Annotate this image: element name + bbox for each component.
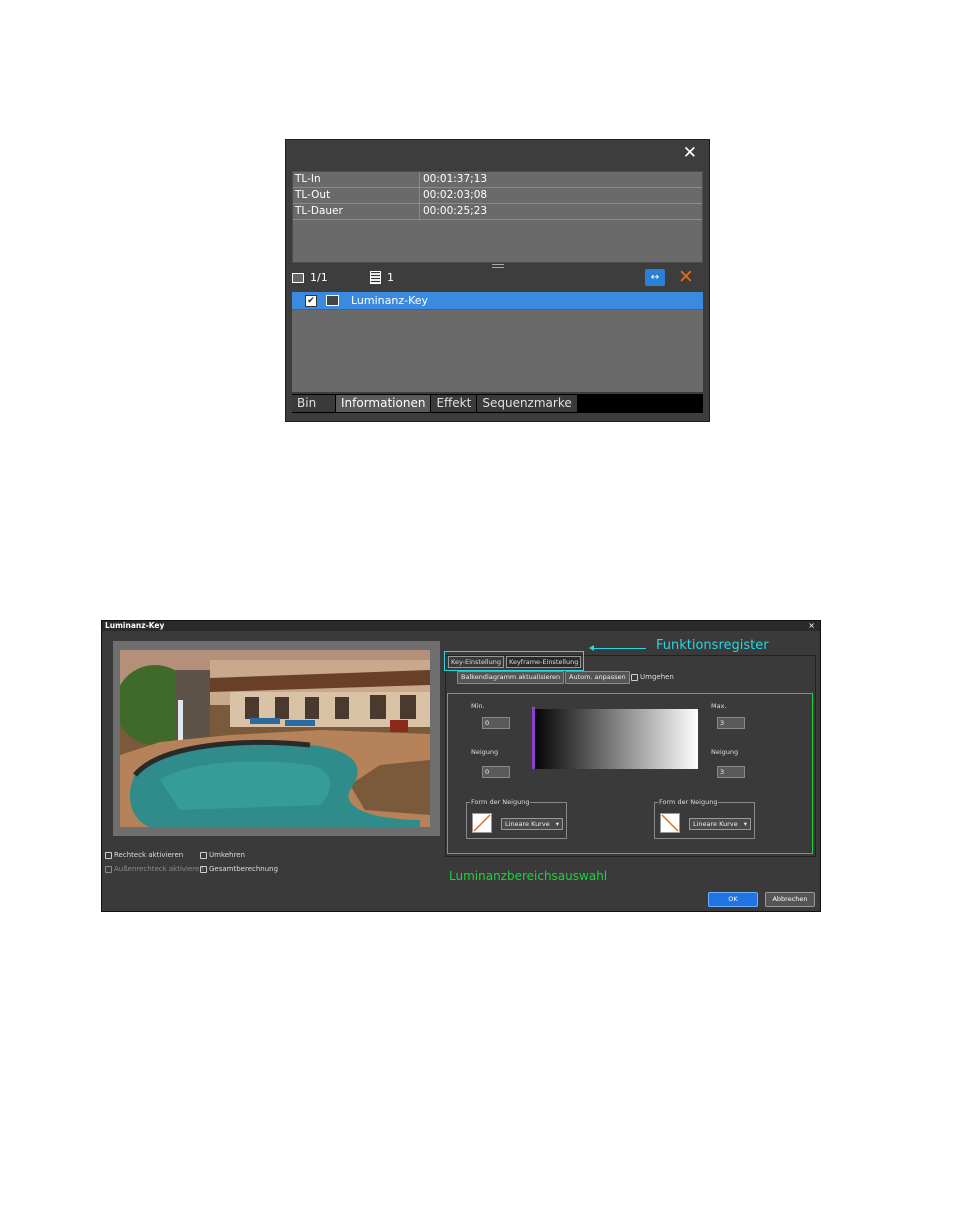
delete-effect-button[interactable]: ✕	[678, 266, 694, 288]
checkbox-box[interactable]	[200, 865, 207, 873]
layers-icon	[292, 272, 304, 283]
linear-curve-icon	[472, 813, 492, 833]
range-marker-handle[interactable]	[532, 707, 535, 769]
effect-icon	[326, 295, 339, 306]
form-right-select[interactable]: Lineare Kurve ▾	[689, 818, 751, 830]
row-key: TL-Dauer	[293, 204, 420, 219]
linear-curve-down-icon	[660, 813, 680, 833]
umkehren-checkbox[interactable]: Umkehren	[200, 851, 245, 859]
form-right-title: Form der Neigung	[658, 798, 719, 806]
luminance-gradient[interactable]	[532, 709, 698, 769]
row-key: TL-Out	[293, 188, 420, 203]
aussenrechteck-checkbox[interactable]: Außenrechteck aktivieren	[105, 865, 204, 873]
neigung-left-label: Neigung	[471, 748, 499, 756]
preview-frame	[113, 641, 440, 836]
tab-effekt[interactable]: Effekt	[431, 395, 477, 412]
tab-keyframe-einstellung[interactable]: Keyframe-Einstellung	[506, 656, 582, 668]
row-value: 00:02:03;08	[423, 189, 488, 201]
form-right-group: Form der Neigung Lineare Kurve ▾	[654, 798, 755, 839]
max-label: Max.	[711, 702, 727, 710]
form-left-select[interactable]: Lineare Kurve ▾	[501, 818, 563, 830]
rechteck-label: Rechteck aktivieren	[114, 851, 184, 859]
function-tabs: Key-Einstellung Keyframe-Einstellung	[444, 651, 584, 671]
tab-bin[interactable]: Bin	[292, 395, 335, 412]
row-key: TL-In	[293, 172, 420, 187]
min-input[interactable]: 0	[482, 717, 510, 729]
select-value: Lineare Kurve	[505, 820, 550, 828]
row-value: 00:00:25;23	[423, 205, 488, 217]
effect-enable-checkbox[interactable]: ✔	[305, 294, 317, 307]
select-value: Lineare Kurve	[693, 820, 738, 828]
annotation-arrow	[589, 645, 646, 651]
gesamt-label: Gesamtberechnung	[209, 865, 279, 873]
max-input[interactable]: 3	[717, 717, 745, 729]
tab-sequenzmarke[interactable]: Sequenzmarke	[477, 395, 577, 412]
palette-tabs: Bin Informationen Effekt Sequenzmarke	[292, 394, 703, 413]
palette-toolbar: 1/1 1 ↔ ✕	[292, 266, 703, 290]
checkbox-box[interactable]	[200, 851, 207, 859]
chevron-down-icon: ▾	[743, 820, 747, 828]
info-table: TL-In 00:01:37;13 TL-Out 00:02:03;08 TL-…	[292, 171, 703, 263]
track-counter: 1/1	[292, 271, 328, 284]
row-value: 00:01:37;13	[423, 173, 488, 185]
cancel-button[interactable]: Abbrechen	[765, 892, 815, 907]
umgehen-label: Umgehen	[640, 673, 674, 681]
close-icon[interactable]: ✕	[683, 143, 697, 163]
tab-key-einstellung[interactable]: Key-Einstellung	[448, 656, 504, 668]
luminanz-annotation: Luminanzbereichsauswahl	[449, 869, 608, 883]
effect-list: ✔ Luminanz-Key	[292, 292, 703, 392]
preview-image	[120, 650, 430, 827]
table-row: TL-Dauer 00:00:25;23	[293, 204, 702, 220]
list-item[interactable]: ✔ Luminanz-Key	[292, 292, 703, 310]
chevron-down-icon: ▾	[555, 820, 559, 828]
dialog-title: Luminanz-Key	[102, 621, 820, 631]
table-row: TL-In 00:01:37;13	[293, 172, 702, 188]
info-palette: ✕ TL-In 00:01:37;13 TL-Out 00:02:03;08 T…	[285, 139, 710, 422]
ok-button[interactable]: OK	[708, 892, 758, 907]
effect-list-icon	[370, 271, 381, 284]
form-left-title: Form der Neigung	[470, 798, 531, 806]
checkbox-box[interactable]	[105, 851, 112, 859]
neigung-right-label: Neigung	[711, 748, 739, 756]
close-icon[interactable]: ×	[808, 621, 815, 631]
rechteck-checkbox[interactable]: Rechteck aktivieren	[105, 851, 183, 859]
gesamt-checkbox[interactable]: Gesamtberechnung	[200, 865, 278, 873]
neigung-left-input[interactable]: 0	[482, 766, 510, 778]
min-label: Min.	[471, 702, 485, 710]
form-left-group: Form der Neigung Lineare Kurve ▾	[466, 798, 567, 839]
checkbox-box[interactable]	[631, 673, 638, 681]
track-count: 1/1	[310, 271, 328, 284]
effect-count: 1	[387, 271, 394, 284]
auto-adjust-button[interactable]: Autom. anpassen	[565, 671, 630, 684]
update-histogram-button[interactable]: Balkendiagramm aktualisieren	[457, 671, 565, 684]
tab-informationen[interactable]: Informationen	[336, 395, 431, 412]
effect-counter: 1	[370, 271, 394, 284]
umgehen-checkbox[interactable]: Umgehen	[631, 673, 674, 681]
table-row: TL-Out 00:02:03;08	[293, 188, 702, 204]
checkbox-box[interactable]	[105, 865, 112, 873]
neigung-right-input[interactable]: 3	[717, 766, 745, 778]
replace-effect-button[interactable]: ↔	[645, 269, 665, 286]
aussenrechteck-label: Außenrechteck aktivieren	[114, 865, 204, 873]
luminanz-key-dialog: Luminanz-Key × Rechteck aktivieren Umkeh…	[101, 620, 821, 912]
effect-label: Luminanz-Key	[351, 294, 429, 307]
umkehren-label: Umkehren	[209, 851, 245, 859]
funktionsregister-annotation: Funktionsregister	[656, 638, 769, 653]
